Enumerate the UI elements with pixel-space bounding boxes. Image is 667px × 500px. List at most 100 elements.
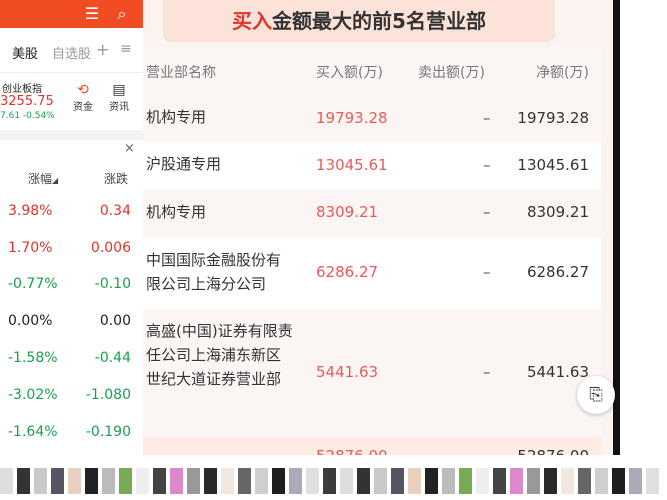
- broker-name: 高盛(中国)证券有限责任公司上海浦东新区世纪大道证券营业部: [146, 322, 293, 388]
- index-change: 7.61 -0.54%: [0, 111, 55, 121]
- thumbnail[interactable]: [0, 468, 13, 494]
- sell-amount: –: [483, 156, 491, 174]
- stock-row[interactable]: -0.77% -0.10: [0, 267, 143, 303]
- net-amount: 19793.28: [517, 109, 589, 127]
- thumbnail[interactable]: [357, 468, 370, 494]
- main-panel: 买入金额最大的前5名营业部 营业部名称 买入额(万) 卖出额(万) 净额(万) …: [143, 0, 620, 455]
- stock-row[interactable]: 1.70% 0.006: [0, 231, 143, 267]
- thumbnail[interactable]: [646, 468, 659, 494]
- thumbnail[interactable]: [391, 468, 404, 494]
- stock-pct: -0.77%: [8, 276, 58, 292]
- buy-amount: 5441.63: [316, 363, 379, 381]
- column-header-change[interactable]: 涨跌: [104, 170, 128, 187]
- thumbnail[interactable]: [306, 468, 319, 494]
- thumbnail[interactable]: [595, 468, 608, 494]
- thumbnail[interactable]: [493, 468, 506, 494]
- scan-text-icon[interactable]: ⎘: [577, 376, 615, 414]
- stock-row[interactable]: -3.02% -1.080: [0, 378, 143, 414]
- stock-row[interactable]: 3.98% 0.34: [0, 194, 143, 230]
- table-header: 营业部名称 买入额(万) 卖出额(万) 净额(万): [143, 47, 601, 95]
- thumbnail[interactable]: [34, 468, 47, 494]
- stock-row[interactable]: -1.58% -0.44: [0, 341, 143, 377]
- search-icon[interactable]: ⌕: [112, 4, 132, 24]
- close-icon[interactable]: ×: [124, 141, 135, 156]
- stock-change: -0.10: [94, 276, 131, 292]
- thumbnail[interactable]: [374, 468, 387, 494]
- thumbnail[interactable]: [238, 468, 251, 494]
- net-amount: 8309.21: [526, 203, 589, 221]
- thumbnail[interactable]: [68, 468, 81, 494]
- thumbnail[interactable]: [578, 468, 591, 494]
- thumbnail[interactable]: [629, 468, 642, 494]
- thumbnail[interactable]: [153, 468, 166, 494]
- table-row[interactable]: 中国国际金融股份有限公司上海分公司 6286.27 – 6286.27: [143, 237, 601, 309]
- thumbnail[interactable]: [425, 468, 438, 494]
- header-sell: 卖出额(万): [418, 65, 485, 81]
- plus-icon[interactable]: +: [96, 40, 109, 59]
- stock-pct: -1.64%: [8, 424, 58, 440]
- thumbnail[interactable]: [527, 468, 540, 494]
- thumbnail[interactable]: [442, 468, 455, 494]
- stock-change: -0.190: [85, 424, 131, 440]
- sort-icon: ◢: [52, 176, 59, 185]
- total-row: 52876.00 – 52876.00: [143, 437, 601, 455]
- thumbnail[interactable]: [170, 468, 183, 494]
- thumbnail[interactable]: [272, 468, 285, 494]
- tab-us-stocks[interactable]: 美股: [12, 43, 38, 62]
- title-banner: 买入金额最大的前5名营业部: [163, 0, 555, 42]
- thumbnail[interactable]: [510, 468, 523, 494]
- thumbnail[interactable]: [323, 468, 336, 494]
- table-row[interactable]: 机构专用 8309.21 – 8309.21: [143, 189, 601, 237]
- thumbnail[interactable]: [289, 468, 302, 494]
- page-title: 买入金额最大的前5名营业部: [232, 9, 486, 33]
- broker-name: 中国国际金融股份有限公司上海分公司: [146, 251, 282, 293]
- thumbnail[interactable]: [561, 468, 574, 494]
- filter-icon[interactable]: ☰: [82, 4, 102, 24]
- thumbnail[interactable]: [102, 468, 115, 494]
- thumbnail[interactable]: [221, 468, 234, 494]
- tab-watchlist[interactable]: 自选股: [52, 43, 91, 62]
- stock-change: -0.44: [94, 350, 131, 366]
- thumbnail[interactable]: [136, 468, 149, 494]
- news-label: 资讯: [109, 102, 129, 113]
- thumbnail[interactable]: [476, 468, 489, 494]
- funds-icon: ⟲: [77, 82, 89, 98]
- net-amount: 6286.27: [526, 263, 589, 281]
- left-header: ☰ ⌕: [0, 0, 143, 28]
- thumbnail[interactable]: [408, 468, 421, 494]
- thumbnail[interactable]: [17, 468, 30, 494]
- thumbnail[interactable]: [340, 468, 353, 494]
- stock-change: 0.34: [99, 203, 131, 219]
- thumbnail[interactable]: [459, 468, 472, 494]
- table-row[interactable]: 高盛(中国)证券有限责任公司上海浦东新区世纪大道证券营业部 5441.63 – 544…: [143, 309, 601, 437]
- column-header-pct[interactable]: 涨幅◢: [28, 170, 58, 187]
- thumbnail[interactable]: [612, 468, 625, 494]
- thumbnail[interactable]: [187, 468, 200, 494]
- stock-row[interactable]: -1.64% -0.190: [0, 415, 143, 451]
- table-row[interactable]: 机构专用 19793.28 – 19793.28: [143, 95, 601, 142]
- total-buy: 52876.00: [316, 447, 388, 455]
- stock-row[interactable]: 0.00% 0.00: [0, 304, 143, 340]
- buy-amount: 13045.61: [316, 156, 388, 174]
- stock-pct: 0.00%: [8, 313, 53, 329]
- index-card[interactable]: 创业板指 3255.75 7.61 -0.54% ⟲ 资金 ▤ 资讯: [0, 76, 143, 128]
- header-buy: 买入额(万): [316, 65, 383, 81]
- thumbnail[interactable]: [204, 468, 217, 494]
- table-row[interactable]: 沪股通专用 13045.61 – 13045.61: [143, 142, 601, 189]
- stock-change: 0.00: [99, 313, 131, 329]
- menu-icon[interactable]: ≡: [120, 41, 132, 57]
- net-amount: 5441.63: [526, 363, 589, 381]
- thumbnail[interactable]: [51, 468, 64, 494]
- stock-pct: -3.02%: [8, 387, 58, 403]
- thumbnail[interactable]: [85, 468, 98, 494]
- broker-table: 营业部名称 买入额(万) 卖出额(万) 净额(万) 机构专用 19793.28 – 1…: [143, 47, 601, 455]
- thumbnail[interactable]: [119, 468, 132, 494]
- stock-change: 0.006: [90, 240, 131, 256]
- funds-button[interactable]: ⟲ 资金: [72, 82, 94, 113]
- news-button[interactable]: ▤ 资讯: [108, 82, 130, 113]
- broker-name: 机构专用: [146, 203, 207, 221]
- thumbnail-strip[interactable]: [0, 468, 667, 494]
- divider: [0, 130, 143, 140]
- thumbnail[interactable]: [544, 468, 557, 494]
- thumbnail[interactable]: [255, 468, 268, 494]
